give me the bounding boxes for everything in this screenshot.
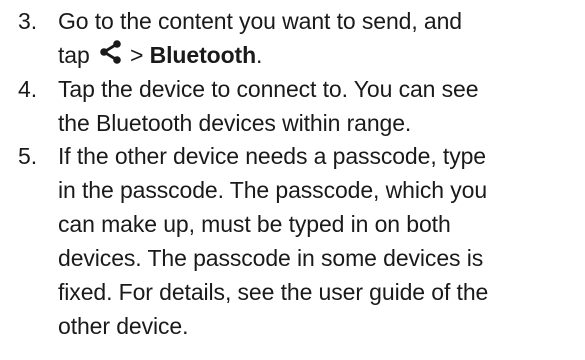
period: . — [256, 42, 263, 68]
step-line: If the other device needs a passcode, ty… — [58, 143, 486, 169]
step-line: tap > Bluetooth. — [58, 38, 580, 72]
step-line: in the passcode. The passcode, which you — [58, 177, 488, 203]
tap-word: tap — [58, 42, 90, 68]
step-line: can make up, must be typed in on both — [58, 211, 451, 237]
share-icon — [98, 39, 124, 65]
step-line: the Bluetooth devices within range. — [58, 110, 412, 136]
menu-separator: > — [129, 42, 144, 68]
step-line: Tap the device to connect to. You can se… — [58, 76, 479, 102]
step-line: Go to the content you want to send, and — [58, 8, 462, 34]
step-line: devices. The passcode in some devices is — [58, 245, 484, 271]
instruction-list: 3. Go to the content you want to send, a… — [0, 0, 585, 360]
step-text: If the other device needs a passcode, ty… — [58, 139, 580, 343]
bluetooth-option-label: Bluetooth — [149, 42, 257, 68]
step-line: fixed. For details, see the user guide o… — [58, 279, 489, 305]
step-text: Go to the content you want to send, and … — [58, 4, 580, 72]
step-line: other device. — [58, 313, 189, 339]
step-number: 5. — [18, 143, 38, 169]
step-number: 4. — [18, 76, 38, 102]
step-text: Tap the device to connect to. You can se… — [58, 72, 580, 140]
step-number: 3. — [18, 8, 38, 34]
